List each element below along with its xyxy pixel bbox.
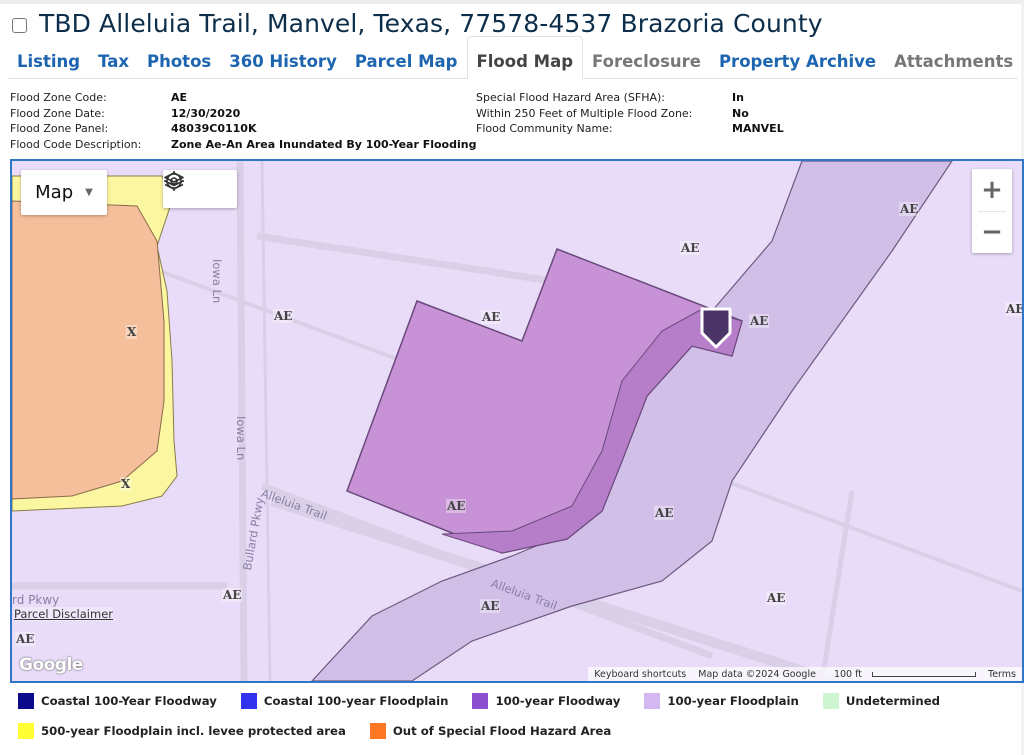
legend-swatch — [18, 723, 34, 739]
map-type-label: Map — [35, 182, 74, 203]
map-attribution: Keyboard shortcuts Map data ©2024 Google… — [588, 667, 1022, 681]
zone-label-ae: AE — [749, 314, 770, 328]
scale-indicator[interactable]: 100 ft — [822, 669, 982, 680]
zone-label-ae: AE — [222, 588, 243, 602]
flood-zone-code-row: Flood Zone Code: AE — [10, 90, 476, 106]
legend-row: 500-year Floodplain incl. levee protecte… — [18, 716, 1018, 746]
zone-label-ae: AE — [766, 591, 787, 605]
terms-link[interactable]: Terms — [982, 669, 1022, 680]
zone-label-x: X — [126, 325, 138, 339]
scale-bar — [872, 671, 977, 677]
caret-down-icon: ▼ — [85, 187, 93, 198]
legend-label: Coastal 100-year Floodplain — [263, 694, 449, 708]
legend-item: Out of Special Flood Hazard Area — [369, 723, 612, 739]
field-value: No — [732, 106, 749, 120]
legend-label: Out of Special Flood Hazard Area — [392, 724, 612, 738]
legend-item: Coastal 100-year Floodplain — [240, 693, 449, 709]
legend-swatch — [822, 693, 839, 709]
flood-info-left: Flood Zone Code: AE Flood Zone Date: 12/… — [10, 90, 476, 153]
field-value: 12/30/2020 — [171, 106, 241, 120]
legend-item: Undetermined — [822, 693, 941, 709]
zone-label-x: X — [120, 477, 132, 491]
flood-code-description-row: Flood Code Description: Zone Ae-An Area … — [10, 137, 476, 153]
multiple-zone-row: Within 250 Feet of Multiple Flood Zone: … — [476, 106, 784, 122]
flood-map[interactable]: X X AE AE AE AE AE AE AE AE AE AE AE AE … — [10, 159, 1024, 683]
tab-photos[interactable]: Photos — [138, 45, 220, 78]
zone-label-ae: AE — [15, 632, 36, 646]
map-data-text: Map data ©2024 Google — [698, 668, 816, 680]
top-strip — [0, 0, 1024, 4]
zone-label-ae: AE — [680, 241, 701, 255]
zone-label-ae: AE — [899, 202, 920, 216]
zone-label-ae: AE — [1005, 302, 1024, 316]
title-row: TBD Alleluia Trail, Manvel, Texas, 77578… — [12, 6, 823, 40]
keyboard-shortcuts-link[interactable]: Keyboard shortcuts — [588, 669, 692, 680]
zone-label-ae: AE — [481, 310, 502, 324]
tab-bar: Listing Tax Photos 360 History Parcel Ma… — [8, 36, 1018, 79]
map-type-dropdown[interactable]: Map ▼ — [21, 170, 107, 215]
map-tools — [163, 170, 237, 208]
field-value: MANVEL — [732, 122, 784, 136]
tab-parcel-map[interactable]: Parcel Map — [346, 45, 467, 78]
tab-listing[interactable]: Listing — [8, 45, 89, 78]
zone-label-ae: AE — [480, 599, 501, 613]
flood-info-right: Special Flood Hazard Area (SFHA): In Wit… — [476, 90, 784, 137]
tab-flood-map[interactable]: Flood Map — [466, 36, 584, 79]
google-logo: Google — [19, 655, 83, 675]
tab-attachments[interactable]: Attachments — [885, 45, 1022, 78]
parcel-disclaimer-link[interactable]: Parcel Disclaimer — [14, 607, 113, 621]
field-label: Flood Zone Code: — [10, 91, 107, 104]
tab-foreclosure[interactable]: Foreclosure — [583, 45, 710, 78]
sfha-row: Special Flood Hazard Area (SFHA): In — [476, 90, 784, 106]
legend-item: 500-year Floodplain incl. levee protecte… — [18, 723, 346, 739]
legend-label: Coastal 100-Year Floodway — [41, 694, 217, 708]
zoom-out-button[interactable]: − — [972, 212, 1012, 254]
zone-label-ae: AE — [654, 506, 675, 520]
legend-item: Coastal 100-Year Floodway — [18, 693, 217, 709]
road-label-partial: rd Pkwy — [12, 593, 60, 607]
field-label: Flood Zone Panel: — [10, 122, 109, 136]
tab-property-archive[interactable]: Property Archive — [710, 45, 885, 78]
legend-swatch — [472, 693, 489, 709]
field-value: In — [732, 91, 744, 104]
legend-item: 100-year Floodplain — [644, 693, 799, 709]
tab-tax[interactable]: Tax — [89, 45, 138, 78]
road-label-iowa-ln: Iowa Ln — [234, 416, 248, 461]
legend-swatch — [644, 693, 661, 709]
legend-label: Undetermined — [845, 694, 941, 708]
road-label-iowa-ln: Iowa Ln — [210, 259, 224, 304]
page-title: TBD Alleluia Trail, Manvel, Texas, 77578… — [39, 8, 823, 38]
field-value: 48039C0110K — [171, 122, 257, 136]
community-name-row: Flood Community Name: MANVEL — [476, 121, 784, 137]
zoom-controls: + − — [972, 169, 1012, 253]
select-checkbox[interactable] — [12, 17, 27, 33]
legend-swatch — [18, 693, 34, 709]
flood-zone-panel-row: Flood Zone Panel: 48039C0110K — [10, 121, 476, 137]
field-label: Within 250 Feet of Multiple Flood Zone: — [476, 106, 693, 120]
zoom-in-button[interactable]: + — [972, 169, 1012, 211]
legend-swatch — [369, 723, 386, 739]
field-value: AE — [171, 91, 188, 104]
field-label: Special Flood Hazard Area (SFHA): — [476, 91, 665, 104]
zone-label-ae: AE — [273, 309, 294, 323]
flood-zone-date-row: Flood Zone Date: 12/30/2020 — [10, 106, 476, 122]
legend-swatch — [240, 693, 257, 709]
legend-row: Coastal 100-Year Floodway Coastal 100-ye… — [18, 686, 1018, 716]
legend-label: 100-year Floodplain — [667, 694, 799, 708]
road-upper-drive — [256, 232, 553, 285]
zone-x-area — [12, 200, 165, 500]
map-canvas[interactable] — [12, 161, 1022, 681]
scale-label: 100 ft — [833, 668, 863, 680]
map-legend: Coastal 100-Year Floodway Coastal 100-ye… — [18, 686, 1018, 746]
legend-label: 100-year Floodway — [495, 694, 621, 708]
zone-label-ae: AE — [446, 499, 467, 513]
tab-360-history[interactable]: 360 History — [220, 45, 346, 78]
field-label: Flood Zone Date: — [10, 106, 105, 120]
legend-label: 500-year Floodplain incl. levee protecte… — [41, 724, 346, 738]
field-label: Flood Code Description: — [10, 138, 142, 152]
legend-item: 100-year Floodway — [472, 693, 620, 709]
field-label: Flood Community Name: — [476, 122, 613, 136]
field-value: Zone Ae-An Area Inundated By 100-Year Fl… — [171, 138, 477, 152]
